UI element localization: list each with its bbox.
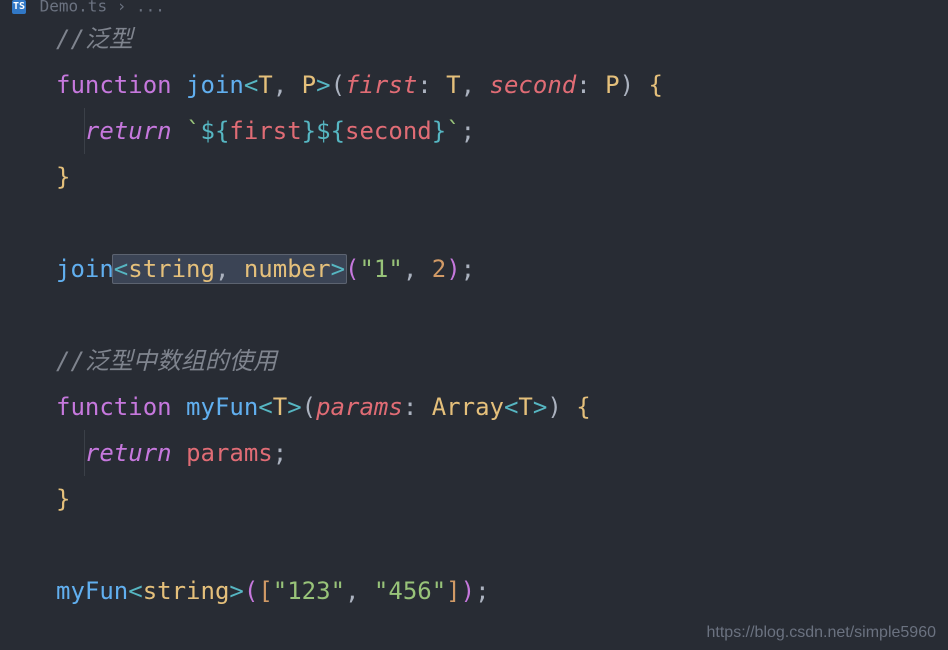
code-area[interactable]: //泛型 function join<T, P>(first: T, secon… xyxy=(36,16,948,614)
angle: < xyxy=(114,255,128,283)
template-expr: ${ xyxy=(316,117,345,145)
punct: ; xyxy=(461,117,475,145)
variable: first xyxy=(229,117,301,145)
angle: > xyxy=(331,255,345,283)
brace: { xyxy=(562,393,591,421)
code-line xyxy=(56,200,948,246)
angle: < xyxy=(258,393,272,421)
template-expr: } xyxy=(432,117,446,145)
type: string xyxy=(128,255,215,283)
function-name: join xyxy=(186,71,244,99)
indent-guide xyxy=(84,430,85,476)
punct: , xyxy=(345,577,374,605)
string: "1" xyxy=(359,255,402,283)
type: P xyxy=(605,71,619,99)
type: T xyxy=(446,71,460,99)
string: "123" xyxy=(273,577,345,605)
brace: { xyxy=(634,71,663,99)
type: T xyxy=(518,393,532,421)
code-line: } xyxy=(56,154,948,200)
punct: ; xyxy=(273,439,287,467)
selection-highlight: <string, number> xyxy=(112,254,347,284)
code-line: //泛型中数组的使用 xyxy=(56,338,948,384)
code-line: return params; xyxy=(56,430,948,476)
punct: ( xyxy=(302,393,316,421)
code-line: //泛型 xyxy=(56,16,948,62)
punct: , xyxy=(403,255,432,283)
angle: < xyxy=(244,71,258,99)
function-name: myFun xyxy=(186,393,258,421)
angle: > xyxy=(287,393,301,421)
code-line: function join<T, P>(first: T, second: P)… xyxy=(56,62,948,108)
breadcrumb-file: Demo.ts xyxy=(40,0,107,16)
param: first xyxy=(345,71,417,99)
punct: ) xyxy=(620,71,634,99)
breadcrumb[interactable]: TS Demo.ts › ... xyxy=(0,0,948,10)
keyword: function xyxy=(56,71,172,99)
angle: > xyxy=(229,577,243,605)
angle: < xyxy=(128,577,142,605)
punct: , xyxy=(461,71,490,99)
type-param: T xyxy=(258,71,272,99)
punct: , xyxy=(215,255,244,283)
template-expr: } xyxy=(302,117,316,145)
code-line: myFun<string>(["123", "456"]); xyxy=(56,568,948,614)
code-line: function myFun<T>(params: Array<T>) { xyxy=(56,384,948,430)
code-line: } xyxy=(56,476,948,522)
variable: second xyxy=(345,117,432,145)
brace: } xyxy=(56,163,70,191)
variable: params xyxy=(186,439,273,467)
code-line xyxy=(56,292,948,338)
string: "456" xyxy=(374,577,446,605)
angle: > xyxy=(533,393,547,421)
code-line xyxy=(56,522,948,568)
comment: //泛型中数组的使用 xyxy=(56,347,277,375)
watermark: https://blog.csdn.net/simple5960 xyxy=(707,624,936,642)
number: 2 xyxy=(432,255,446,283)
paren: ) xyxy=(446,255,460,283)
keyword: return xyxy=(85,117,172,145)
bracket: ] xyxy=(446,577,460,605)
string: ` xyxy=(186,117,200,145)
punct: : xyxy=(417,71,446,99)
comment: //泛型 xyxy=(56,25,133,53)
template-expr: ${ xyxy=(201,117,230,145)
angle: < xyxy=(504,393,518,421)
punct: , xyxy=(273,71,302,99)
code-line: return `${first}${second}`; xyxy=(56,108,948,154)
punct: ( xyxy=(331,71,345,99)
paren: ( xyxy=(244,577,258,605)
param: params xyxy=(316,393,403,421)
paren: ) xyxy=(461,577,475,605)
keyword: function xyxy=(56,393,172,421)
string: ` xyxy=(446,117,460,145)
punct: ; xyxy=(475,577,489,605)
brace: } xyxy=(56,485,70,513)
ts-file-icon: TS xyxy=(12,0,26,14)
keyword: return xyxy=(85,439,172,467)
type: string xyxy=(143,577,230,605)
paren: ( xyxy=(345,255,359,283)
indent-guide xyxy=(84,108,85,154)
punct: : xyxy=(576,71,605,99)
punct: : xyxy=(403,393,432,421)
angle: > xyxy=(316,71,330,99)
breadcrumb-rest: ... xyxy=(136,0,165,16)
type: number xyxy=(244,255,331,283)
punct: ; xyxy=(461,255,475,283)
type-param: T xyxy=(273,393,287,421)
punct: ) xyxy=(547,393,561,421)
type-param: P xyxy=(302,71,316,99)
code-line: join<string, number>("1", 2); xyxy=(56,246,948,292)
type: Array xyxy=(432,393,504,421)
line-gutter xyxy=(0,16,36,614)
function-call: join xyxy=(56,255,114,283)
code-editor[interactable]: //泛型 function join<T, P>(first: T, secon… xyxy=(0,10,948,614)
function-call: myFun xyxy=(56,577,128,605)
breadcrumb-sep: › xyxy=(117,0,127,16)
param: second xyxy=(490,71,577,99)
bracket: [ xyxy=(258,577,272,605)
